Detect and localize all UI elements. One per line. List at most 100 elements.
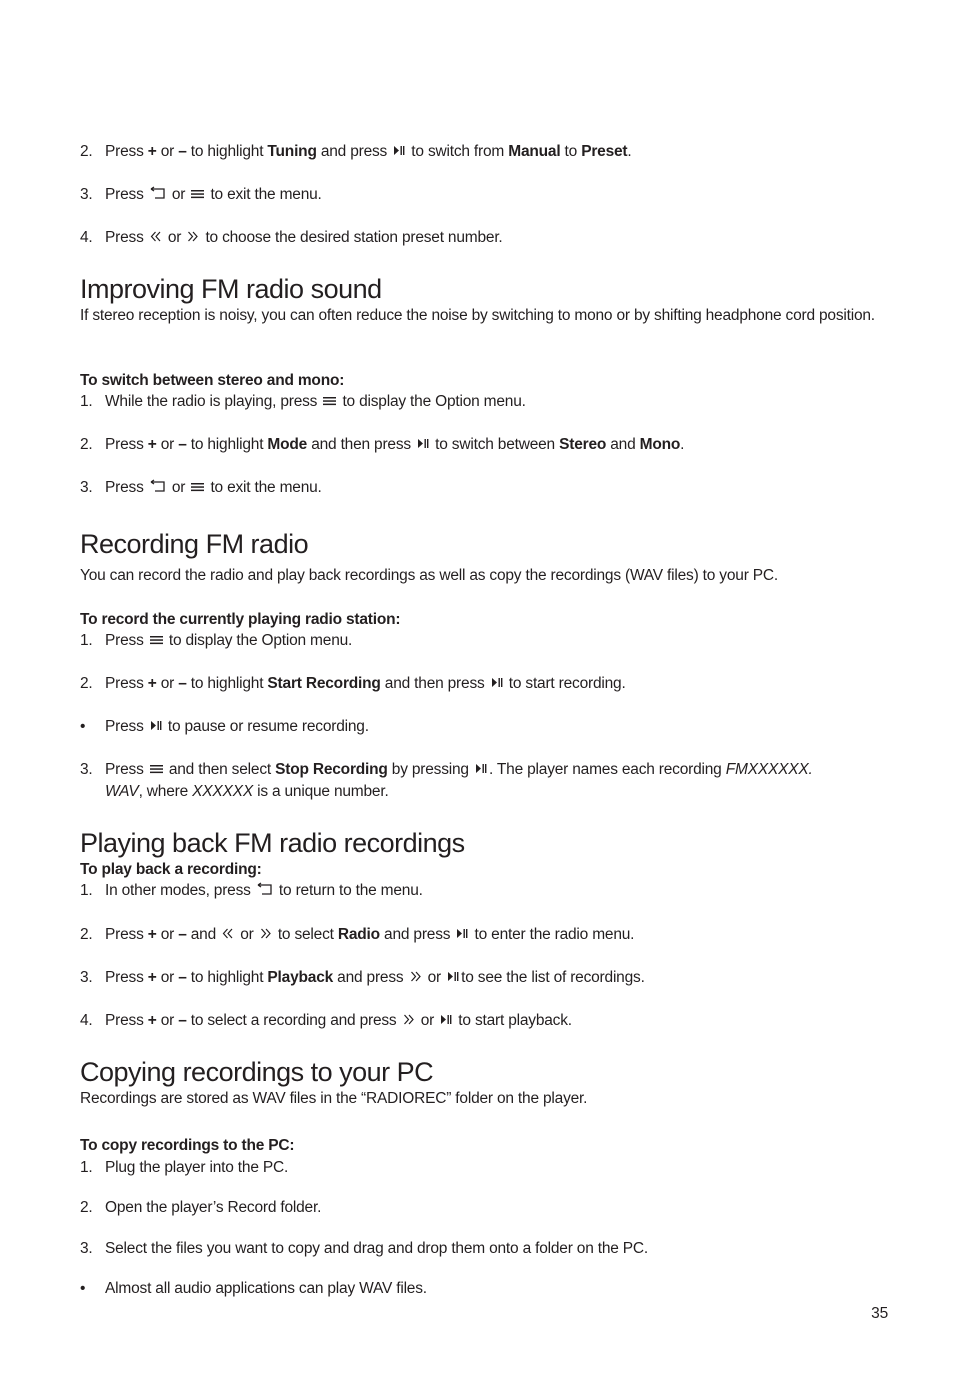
step-text: Plug the player into the PC. — [105, 1159, 289, 1176]
step-content: Press + or – to highlight Mode and then … — [105, 436, 684, 453]
section-title-improving: Improving FM radio sound — [80, 274, 382, 304]
step-content: Plug the player into the PC. — [105, 1159, 288, 1176]
play-pause-icon — [393, 141, 405, 163]
step-text: to highlight — [186, 143, 268, 161]
step-text: to highlight — [186, 436, 268, 454]
step-continuation: WAV, where XXXXXX is a unique number. — [80, 781, 813, 803]
step-number: 4. — [80, 1012, 93, 1030]
bold-term: Manual — [508, 143, 561, 161]
bold-term: + — [147, 436, 157, 454]
step-number: 3. — [80, 1240, 93, 1257]
back-icon — [257, 880, 273, 902]
forward-icon — [260, 924, 272, 946]
step-content: Select the files you want to copy and dr… — [105, 1240, 648, 1257]
step-content: Press or to exit the menu. — [105, 479, 322, 496]
bold-term: Tuning — [267, 143, 317, 161]
step-text: Press — [105, 761, 148, 779]
step-number: 1. — [80, 393, 93, 411]
italic-term: WAV — [105, 783, 139, 801]
bold-term: – — [178, 675, 187, 693]
bold-term: Radio — [337, 926, 380, 944]
step-item: 1. In other modes, press to return to the… — [80, 880, 423, 902]
bullet-marker: • — [80, 1280, 86, 1297]
play-pause-icon — [456, 924, 468, 946]
forward-icon — [187, 227, 199, 249]
section-title-recording: Recording FM radio — [80, 529, 309, 559]
menu-icon — [323, 391, 337, 413]
step-text: and press — [379, 926, 455, 944]
step-number: 1. — [80, 632, 93, 650]
play-pause-icon — [447, 967, 459, 989]
rewind-icon — [222, 924, 234, 946]
menu-icon — [191, 184, 205, 206]
step-item: 2. Press + or – to highlight Mode and the… — [80, 434, 684, 456]
step-item: 1. Plug the player into the PC. — [80, 1157, 288, 1179]
step-text: to display the Option menu. — [338, 393, 526, 411]
step-text: Press — [105, 229, 148, 247]
step-number: 2. — [80, 926, 93, 944]
step-number: 2. — [80, 675, 93, 693]
step-number: 2. — [80, 1199, 93, 1216]
step-text: . — [627, 143, 632, 161]
step-text: . — [680, 436, 685, 454]
step-text: or — [156, 675, 179, 693]
step-text: to highlight — [186, 675, 268, 693]
bold-term: – — [178, 1012, 187, 1030]
step-content: Press + or – and or to select Radio and … — [105, 926, 634, 943]
bold-term: + — [147, 143, 157, 161]
step-text: to — [560, 143, 582, 161]
step-content: Press or to exit the menu. — [105, 186, 322, 203]
step-text: Press — [105, 479, 148, 497]
step-text: to switch from — [407, 143, 509, 161]
step-item: 2. Press + or – to highlight Tuning and p… — [80, 141, 632, 163]
step-text: or — [156, 969, 179, 987]
step-content: Press + or – to highlight Start Recordin… — [105, 675, 626, 692]
step-text: to highlight — [186, 969, 268, 987]
forward-icon — [410, 967, 422, 989]
menu-icon — [149, 759, 163, 781]
step-text: is a unique number. — [252, 783, 389, 801]
step-content: In other modes, press to return to the m… — [105, 882, 423, 899]
bold-term: Mode — [267, 436, 308, 454]
play-pause-icon — [491, 673, 503, 695]
step-item: 3. Press and then select Stop Recording b… — [80, 759, 813, 803]
step-text: and — [186, 926, 221, 944]
bold-term: – — [178, 143, 187, 161]
back-icon — [150, 477, 166, 499]
step-text: , where — [138, 783, 193, 801]
step-text: or — [163, 229, 186, 247]
bold-term: – — [178, 969, 187, 987]
section-intro-copying: Recordings are stored as WAV files in th… — [80, 1090, 588, 1107]
step-content: Press or to choose the desired station p… — [105, 229, 503, 246]
step-item: 2. Press + or – and or to select Radio an… — [80, 924, 634, 946]
step-text: Press — [105, 186, 148, 204]
bold-term: + — [147, 1012, 157, 1030]
step-text: to exit the menu. — [206, 479, 322, 497]
step-text: or — [423, 969, 446, 987]
step-item: 2. Press + or – to highlight Start Record… — [80, 673, 626, 695]
rewind-icon — [150, 227, 162, 249]
section-intro-recording: You can record the radio and play back r… — [80, 567, 779, 584]
step-text: Select the files you want to copy and dr… — [105, 1240, 649, 1257]
bold-term: – — [178, 926, 187, 944]
step-text: to start playback. — [454, 1012, 572, 1030]
step-text: Press — [105, 969, 148, 987]
step-text: to pause or resume recording. — [163, 718, 369, 736]
step-content: Press + or – to highlight Tuning and pre… — [105, 143, 632, 160]
step-text: to select a recording and press — [186, 1012, 401, 1030]
page-number: 35 — [871, 1305, 888, 1322]
step-item: 4. Press + or – to select a recording and… — [80, 1010, 572, 1032]
bullet-marker: • — [80, 718, 86, 736]
play-pause-icon — [440, 1010, 452, 1032]
step-text: to exit the menu. — [206, 186, 322, 204]
step-text: and press — [316, 143, 392, 161]
step-item: 1. While the radio is playing, press to d… — [80, 391, 526, 413]
bullet-item: • Almost all audio applications can play … — [80, 1278, 427, 1300]
step-text: or — [156, 143, 179, 161]
menu-icon — [149, 630, 163, 652]
step-content: Press and then select Stop Recording by … — [105, 761, 813, 778]
section-title-copying: Copying recordings to your PC — [80, 1057, 434, 1087]
step-text: and then press — [307, 436, 416, 454]
step-number: 3. — [80, 761, 93, 779]
step-number: 1. — [80, 1159, 93, 1176]
